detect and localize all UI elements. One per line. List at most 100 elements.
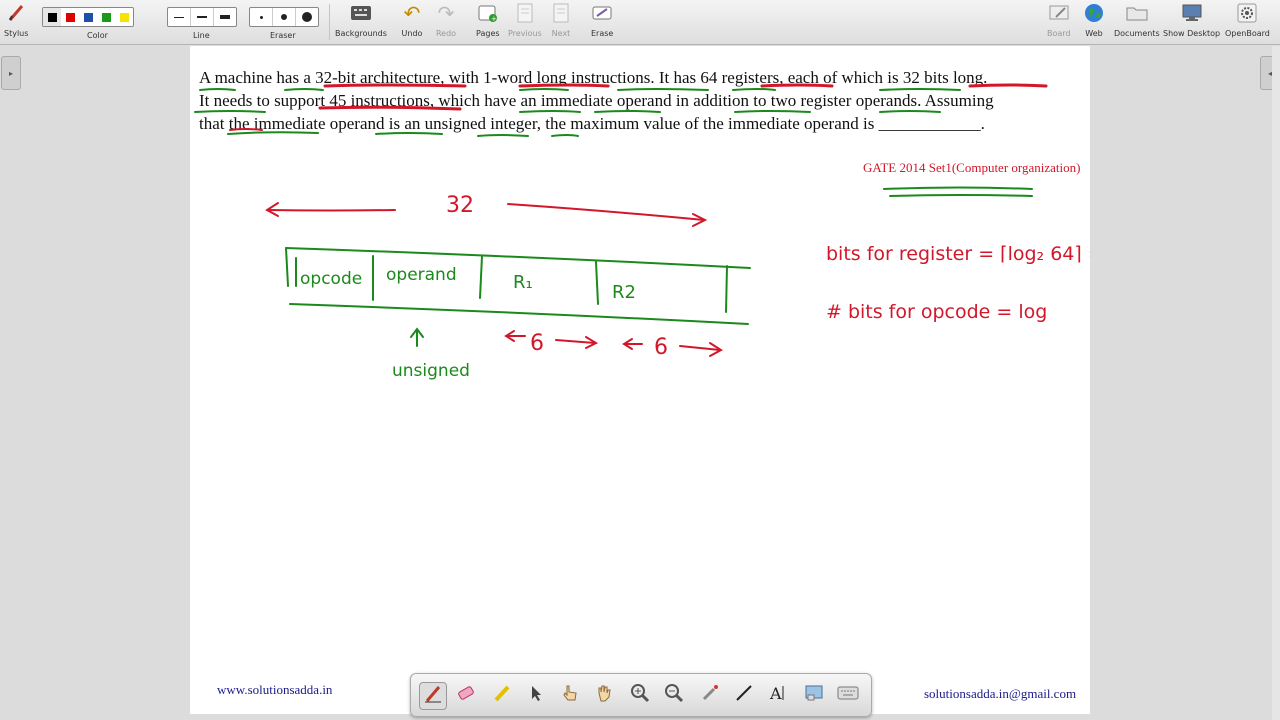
zoom-in-tool[interactable] bbox=[627, 682, 653, 708]
svg-text:+: + bbox=[491, 15, 497, 22]
backgrounds-button[interactable]: Backgrounds bbox=[335, 2, 387, 38]
eraser-size-selector bbox=[249, 7, 319, 27]
next-page-icon bbox=[550, 2, 572, 24]
erase-board-icon bbox=[591, 2, 613, 24]
backgrounds-label: Backgrounds bbox=[335, 29, 387, 38]
undo-label: Undo bbox=[401, 29, 423, 38]
highlighter-icon bbox=[492, 683, 512, 708]
pointer-arrow-icon bbox=[528, 684, 544, 707]
documents-button[interactable]: Documents bbox=[1114, 2, 1160, 38]
eraser-label: Eraser bbox=[270, 31, 296, 40]
pen-tool[interactable] bbox=[419, 682, 447, 710]
stylus-tool[interactable]: Stylus bbox=[4, 2, 28, 38]
eraser-icon bbox=[456, 683, 476, 708]
screen-capture-icon bbox=[804, 683, 824, 708]
color-label: Color bbox=[87, 31, 108, 40]
undo-icon: ↶ bbox=[403, 2, 421, 25]
previous-label: Previous bbox=[508, 29, 542, 38]
handwritten-annotations: 32 opcode operand R₁ R2 6 6 unsigned bit… bbox=[194, 83, 1090, 381]
show-desktop-button[interactable]: Show Desktop bbox=[1163, 2, 1220, 38]
hand-pointer-icon bbox=[560, 683, 580, 708]
openboard-button[interactable]: OpenBoard bbox=[1225, 2, 1270, 38]
word-width-label: 32 bbox=[446, 193, 474, 218]
capture-tool[interactable] bbox=[801, 682, 827, 708]
color-swatch-red[interactable] bbox=[61, 8, 79, 26]
erase-label: Erase bbox=[591, 29, 614, 38]
add-page-icon: + bbox=[477, 2, 499, 24]
line-tool[interactable] bbox=[731, 682, 757, 708]
keyboard-icon bbox=[837, 686, 859, 705]
color-swatch-yellow[interactable] bbox=[115, 8, 133, 26]
width-arrow bbox=[265, 202, 708, 227]
color-palette bbox=[42, 7, 134, 27]
select-tool[interactable] bbox=[523, 682, 549, 708]
left-drawer-tab[interactable]: ▸ bbox=[1, 56, 21, 90]
r2-bits-label: 6 bbox=[654, 335, 668, 360]
highlighter-tool[interactable] bbox=[489, 682, 515, 708]
globe-icon bbox=[1083, 2, 1105, 24]
laser-pointer-tool[interactable] bbox=[697, 682, 723, 708]
register-bits-calculation: bits for register = ⌈log₂ 64⌉ = 6 bbox=[826, 243, 1090, 265]
previous-page-button[interactable]: Previous bbox=[508, 2, 542, 38]
next-page-button[interactable]: Next bbox=[550, 2, 572, 38]
unsigned-note: unsigned bbox=[392, 361, 470, 381]
stylus-icon bbox=[5, 2, 27, 24]
next-label: Next bbox=[551, 29, 571, 38]
zoom-out-icon bbox=[664, 683, 684, 708]
stylus-label: Stylus bbox=[4, 29, 29, 38]
openboard-label: OpenBoard bbox=[1225, 29, 1270, 38]
svg-text:A: A bbox=[769, 684, 782, 703]
r1-bits-label: 6 bbox=[530, 331, 544, 356]
whiteboard-page[interactable]: A machine has a 32-bit architecture, wit… bbox=[190, 46, 1090, 714]
gear-icon bbox=[1236, 2, 1258, 24]
color-swatch-blue[interactable] bbox=[79, 8, 97, 26]
monitor-icon bbox=[1181, 2, 1203, 24]
opcode-bits-calculation: # bits for opcode = log bbox=[826, 301, 1047, 323]
eraser-large-option[interactable] bbox=[296, 8, 318, 26]
color-swatch-green[interactable] bbox=[97, 8, 115, 26]
erase-button[interactable]: Erase bbox=[591, 2, 613, 38]
main-toolbar: Stylus Color Line Eraser Backgrounds ↶ U… bbox=[0, 0, 1280, 45]
web-label: Web bbox=[1085, 29, 1103, 38]
color-swatch-black[interactable] bbox=[43, 8, 61, 26]
folder-icon bbox=[1126, 2, 1148, 24]
pan-tool[interactable] bbox=[591, 682, 617, 708]
eraser-medium-option[interactable] bbox=[273, 8, 296, 26]
previous-page-icon bbox=[514, 2, 536, 24]
documents-label: Documents bbox=[1114, 29, 1160, 38]
interact-tool[interactable] bbox=[557, 682, 583, 708]
line-medium-option[interactable] bbox=[191, 8, 214, 26]
pages-label: Pages bbox=[476, 29, 500, 38]
opcode-field-label: opcode bbox=[300, 269, 362, 289]
toolbar-divider bbox=[329, 4, 330, 40]
keyboard-grid-icon bbox=[350, 2, 372, 24]
eraser-tool[interactable] bbox=[453, 682, 479, 708]
web-button[interactable]: Web bbox=[1083, 2, 1105, 38]
pages-button[interactable]: + Pages bbox=[476, 2, 500, 38]
question-underlines bbox=[194, 83, 1048, 197]
register1-field-label: R₁ bbox=[513, 272, 533, 293]
pen-icon bbox=[423, 684, 443, 709]
undo-button[interactable]: ↶ Undo bbox=[401, 2, 423, 39]
eraser-small-option[interactable] bbox=[250, 8, 273, 26]
operand-field-label: operand bbox=[386, 265, 457, 285]
tool-dock: A bbox=[410, 673, 872, 717]
vertical-scrollbar[interactable] bbox=[1272, 46, 1280, 720]
show-desktop-label: Show Desktop bbox=[1163, 29, 1221, 38]
text-icon: A bbox=[768, 683, 788, 708]
register2-field-label: R2 bbox=[612, 282, 636, 303]
line-icon bbox=[734, 683, 754, 708]
zoom-out-tool[interactable] bbox=[661, 682, 687, 708]
text-tool[interactable]: A bbox=[765, 682, 791, 708]
line-thick-option[interactable] bbox=[214, 8, 236, 26]
board-label: Board bbox=[1047, 29, 1071, 38]
redo-icon: ↷ bbox=[437, 2, 455, 25]
hand-icon bbox=[594, 683, 614, 708]
board-button[interactable]: Board bbox=[1047, 2, 1071, 38]
redo-button[interactable]: ↷ Redo bbox=[435, 2, 457, 39]
zoom-in-icon bbox=[630, 683, 650, 708]
line-label: Line bbox=[193, 31, 210, 40]
virtual-keyboard-tool[interactable] bbox=[835, 682, 861, 708]
redo-label: Redo bbox=[435, 29, 457, 38]
line-thin-option[interactable] bbox=[168, 8, 191, 26]
